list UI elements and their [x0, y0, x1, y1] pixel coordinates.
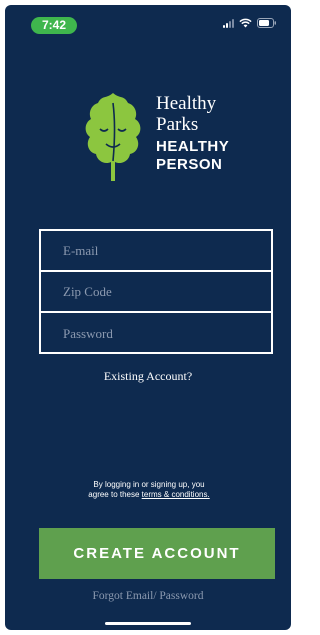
status-icons [223, 18, 277, 28]
logo-line-person: PERSON [156, 156, 223, 173]
password-field[interactable] [63, 325, 271, 342]
logo-line-parks: Parks [156, 114, 199, 135]
password-field-row [41, 313, 271, 354]
app-screen: 7:42 Healthy Parks HEALTHY PERSON E-mail… [5, 5, 291, 630]
logo-line-healthy: Healthy [156, 93, 217, 114]
forgot-password-link[interactable]: Forgot Email/ Password [5, 590, 291, 602]
wifi-icon [239, 18, 252, 28]
signal-icon [223, 18, 234, 28]
zip-field-row [41, 272, 271, 313]
email-field-row [41, 231, 271, 272]
app-logo: Healthy Parks HEALTHY PERSON [80, 89, 250, 185]
email-field[interactable] [63, 242, 271, 259]
leaf-face-icon [85, 93, 141, 181]
existing-account-link[interactable]: Existing Account? [5, 369, 291, 384]
home-indicator[interactable] [105, 622, 191, 625]
zip-code-field[interactable] [63, 283, 271, 300]
legal-notice: By logging in or signing up, you agree t… [85, 480, 213, 500]
logo-line-healthy-caps: HEALTHY [156, 138, 230, 155]
terms-link[interactable]: terms & conditions. [142, 490, 210, 499]
create-account-button[interactable]: CREATE ACCOUNT [39, 528, 275, 579]
battery-icon [257, 18, 277, 28]
status-time: 7:42 [31, 17, 77, 34]
logo-wordmark: Healthy Parks HEALTHY PERSON [156, 93, 229, 174]
signup-form [39, 229, 273, 354]
